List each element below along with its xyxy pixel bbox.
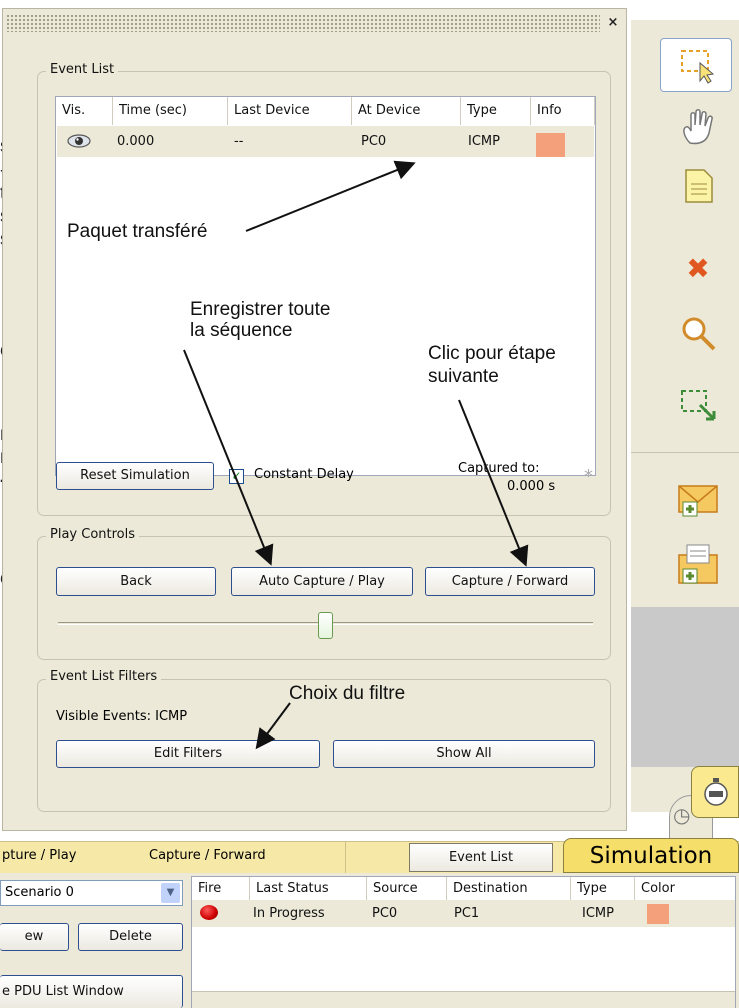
arrow-clic [458, 399, 529, 567]
hand-icon[interactable] [672, 101, 724, 153]
event-list-toggle-button[interactable]: Event List [409, 843, 553, 872]
clock-icon[interactable]: ◷ [673, 803, 690, 827]
delete-scenario-button[interactable]: Delete [78, 923, 183, 951]
pdu-type: ICMP [582, 906, 614, 921]
scenario-select-value: Scenario 0 [5, 885, 74, 900]
pdu-destination: PC1 [454, 906, 480, 921]
new-scenario-button[interactable]: ew [0, 923, 69, 951]
resize-select-icon[interactable] [672, 379, 724, 431]
arrow-enregistrer [183, 349, 274, 566]
add-complex-pdu-icon[interactable] [672, 540, 724, 592]
scenario-select[interactable]: Scenario 0 ▼ [0, 880, 183, 906]
chevron-down-icon[interactable]: ▼ [161, 883, 180, 903]
pdu-column-header-destination[interactable]: Destination [447, 877, 571, 900]
tab-divider [345, 841, 346, 873]
arrow-choix [255, 702, 291, 750]
pdu-column-header-type[interactable]: Type [571, 877, 635, 900]
zoom-icon[interactable] [672, 307, 724, 359]
pdu-column-header-color[interactable]: Color [635, 877, 735, 900]
pdu-column-header-source[interactable]: Source [367, 877, 447, 900]
pdu-source: PC0 [372, 906, 398, 921]
pdu-column-header-last-status[interactable]: Last Status [250, 877, 367, 900]
toolbar-empty-area [631, 607, 739, 767]
pdu-horizontal-scrollbar[interactable] [192, 991, 735, 1008]
delete-icon[interactable]: ✖ [672, 243, 724, 295]
tab-capture-forward[interactable]: Capture / Forward [149, 848, 266, 863]
add-simple-pdu-icon[interactable] [672, 474, 724, 526]
simulation-toggle[interactable] [691, 766, 739, 818]
arrow-paquet [245, 160, 416, 232]
fire-indicator-icon[interactable] [200, 905, 218, 920]
pdu-list-window-button[interactable]: e PDU List Window [0, 975, 183, 1008]
tab-auto-capture-play[interactable]: pture / Play [2, 848, 76, 863]
pdu-color-swatch[interactable] [647, 904, 669, 924]
pdu-column-header-fire[interactable]: Fire [192, 877, 250, 900]
note-icon[interactable] [672, 160, 724, 212]
stopwatch-icon [704, 778, 728, 806]
pdu-status: In Progress [253, 906, 325, 921]
simulation-mode-tab[interactable]: Simulation [563, 838, 739, 873]
pdu-list-table[interactable]: Fire Last Status Source Destination Type… [191, 876, 736, 1008]
select-icon[interactable] [672, 39, 724, 91]
